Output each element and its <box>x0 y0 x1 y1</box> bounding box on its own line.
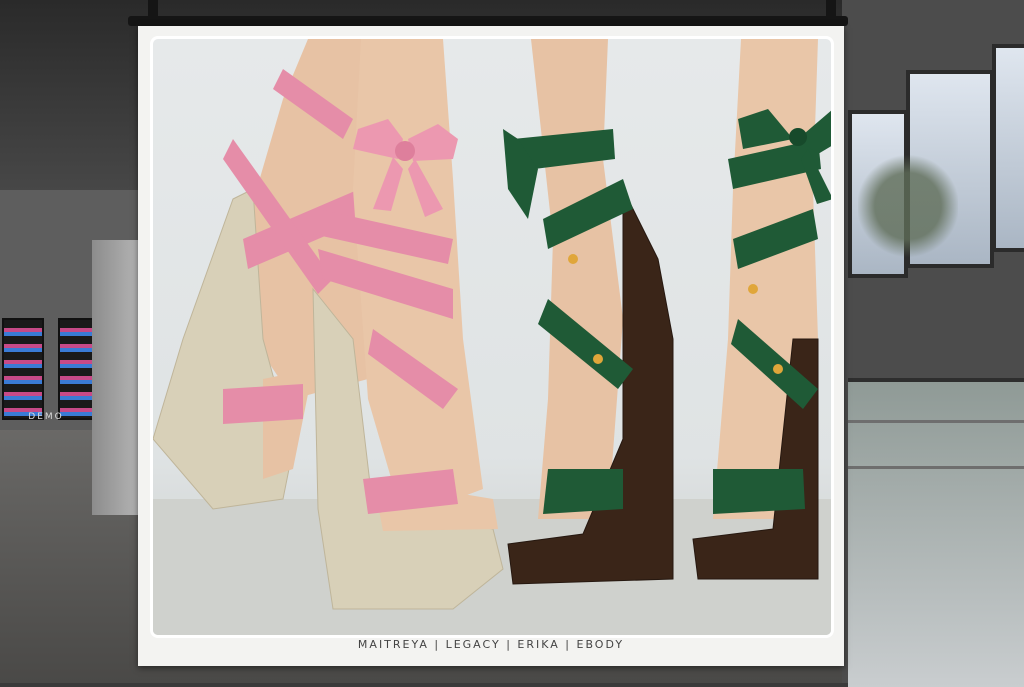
poster-frame <box>150 36 834 638</box>
bow-knot <box>789 128 807 146</box>
strap <box>543 469 623 514</box>
railing <box>848 466 1024 469</box>
flower-print <box>773 364 783 374</box>
tree <box>858 140 958 260</box>
railing <box>848 420 1024 423</box>
glass-balcony <box>848 378 1024 687</box>
ad-poster: MAITREYA | LEGACY | ERIKA | EBODY <box>138 26 844 666</box>
bow-knot <box>395 141 415 161</box>
flower-print <box>593 354 603 364</box>
poster-hanger <box>128 16 848 26</box>
clothing-rack <box>2 318 44 420</box>
leg <box>531 39 623 519</box>
shoes-illustration <box>153 39 831 635</box>
flower-print <box>748 284 758 294</box>
hanger-post <box>826 0 836 22</box>
strap <box>713 469 805 514</box>
poster-caption: MAITREYA | LEGACY | ERIKA | EBODY <box>357 638 625 651</box>
hanger-post <box>148 0 158 22</box>
store-sign: DEMO <box>28 412 64 422</box>
flower-print <box>568 254 578 264</box>
strap <box>223 384 303 424</box>
pillar <box>92 240 140 515</box>
window-pane <box>992 44 1024 252</box>
green-floral-wedge-sandals <box>503 39 831 585</box>
